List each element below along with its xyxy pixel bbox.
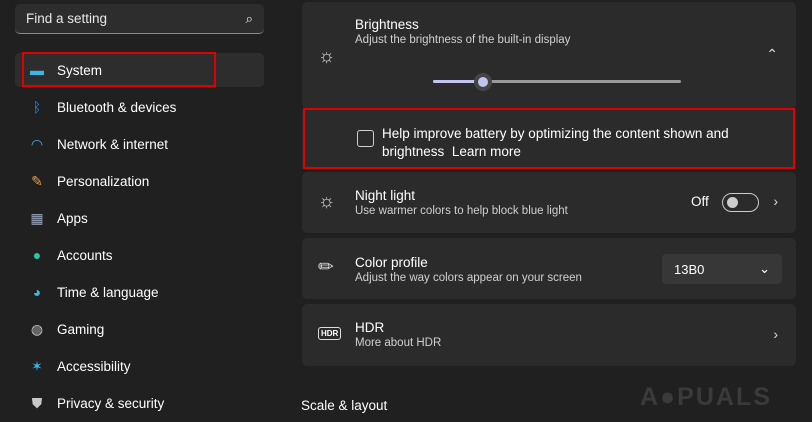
brightness-slider[interactable]: [433, 73, 681, 91]
night-light-icon: ☼: [318, 191, 336, 212]
globe-clock-icon: ◕: [32, 284, 42, 300]
search-icon: ⌕: [245, 10, 253, 26]
sidebar-item-bluetooth-devices[interactable]: ᛒ Bluetooth & devices: [15, 90, 264, 124]
brush-icon: ✎: [31, 172, 43, 189]
sidebar-item-label: Bluetooth & devices: [57, 99, 177, 115]
highlight-box: [303, 108, 795, 169]
color-profile-value: 13B0: [674, 261, 705, 277]
slider-thumb[interactable]: [473, 73, 492, 91]
sidebar-item-label: Network & internet: [57, 136, 169, 152]
night-light-card[interactable]: ☼ Night light Use warmer colors to help …: [302, 172, 796, 233]
night-light-state: Off: [691, 194, 709, 209]
brightness-title: Brightness: [355, 17, 419, 32]
color-profile-select[interactable]: 13B0 ⌄: [662, 254, 782, 284]
sidebar-item-label: Gaming: [57, 321, 105, 337]
color-profile-title: Color profile: [355, 255, 428, 270]
brightness-subtitle: Adjust the brightness of the built-in di…: [355, 34, 571, 46]
apps-icon: ▦: [30, 209, 44, 226]
eyedropper-icon: ✏: [318, 257, 334, 278]
search-placeholder: Find a setting: [26, 11, 108, 26]
bluetooth-icon: ᛒ: [32, 99, 42, 115]
person-icon: ●: [32, 247, 42, 263]
sidebar-item-gaming[interactable]: ◍ Gaming: [15, 312, 264, 346]
watermark-logo: A●PUALS: [640, 383, 772, 411]
sidebar-item-accessibility[interactable]: ✶ Accessibility: [15, 349, 264, 383]
sidebar-item-label: Apps: [57, 210, 88, 226]
night-light-toggle[interactable]: [722, 193, 759, 212]
sidebar-item-apps[interactable]: ▦ Apps: [15, 201, 264, 235]
night-light-subtitle: Use warmer colors to help block blue lig…: [355, 205, 568, 217]
accessibility-icon: ✶: [31, 357, 43, 374]
shield-icon: ⛊: [31, 394, 43, 411]
section-heading-scale: Scale & layout: [301, 398, 388, 413]
night-light-title: Night light: [355, 188, 416, 203]
highlight-box: [22, 52, 216, 87]
sidebar-item-label: Privacy & security: [57, 395, 165, 411]
color-profile-card: ✏ Color profile Adjust the way colors ap…: [302, 238, 796, 299]
sidebar-item-privacy-security[interactable]: ⛊ Privacy & security: [15, 386, 264, 420]
sidebar-item-personalization[interactable]: ✎ Personalization: [15, 164, 264, 198]
sidebar-item-label: Personalization: [57, 173, 150, 189]
sidebar-item-label: Accessibility: [57, 358, 131, 374]
gamepad-icon: ◍: [30, 320, 44, 337]
sidebar-item-network-internet[interactable]: ◠ Network & internet: [15, 127, 264, 161]
sidebar-item-label: Accounts: [57, 247, 113, 263]
chevron-right-icon[interactable]: ›: [773, 326, 778, 342]
sidebar-item-accounts[interactable]: ● Accounts: [15, 238, 264, 272]
sun-icon: ☼: [318, 46, 336, 67]
hdr-icon: HDR: [318, 327, 342, 340]
brightness-card: ☼ Brightness Adjust the brightness of th…: [302, 2, 796, 109]
wifi-icon: ◠: [30, 135, 44, 152]
hdr-subtitle: More about HDR: [355, 337, 442, 349]
chevron-down-icon: ⌄: [759, 261, 770, 276]
chevron-up-icon[interactable]: ⌃: [766, 46, 778, 63]
search-input[interactable]: Find a setting ⌕: [15, 4, 264, 34]
sidebar-item-time-language[interactable]: ◕ Time & language: [15, 275, 264, 309]
sidebar-item-label: Time & language: [57, 284, 159, 300]
hdr-title: HDR: [355, 320, 385, 335]
chevron-right-icon[interactable]: ›: [773, 193, 778, 209]
color-profile-subtitle: Adjust the way colors appear on your scr…: [355, 272, 582, 284]
hdr-card[interactable]: HDR HDR More about HDR ›: [302, 304, 796, 366]
